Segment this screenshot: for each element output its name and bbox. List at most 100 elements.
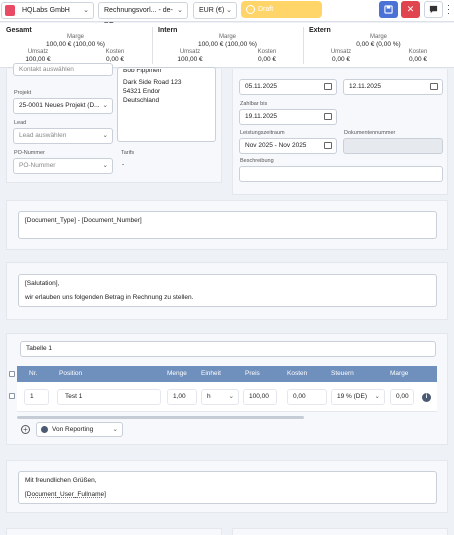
col-position: Position	[59, 370, 83, 377]
kosten-field[interactable]: 0,00	[287, 389, 327, 405]
col-kosten: Kosten	[287, 370, 308, 377]
status-arrow-icon: →	[246, 5, 255, 14]
top-toolbar: HQLabs GmbH ⌄ Rechnungsvorl... - de-DE ⌄…	[0, 0, 454, 29]
umsatz-label: Umsatz	[179, 49, 201, 55]
horizontal-scrollbar[interactable]	[17, 416, 304, 419]
contact-select[interactable]: Kontakt auswählen	[13, 63, 113, 76]
date-field[interactable]: 05.11.2025	[239, 79, 337, 95]
calendar-icon	[324, 83, 332, 90]
zahlbar-field[interactable]: 19.11.2025	[239, 109, 337, 125]
date-field[interactable]: 12.11.2025	[343, 79, 443, 95]
marge-value: 0,00	[396, 393, 409, 400]
footer-card-right	[232, 528, 448, 535]
nr-value: 1	[30, 393, 34, 400]
zahlbar-value: 19.11.2025	[245, 113, 278, 120]
address-box: Bob Fippinen Dark Side Road 123 54321 En…	[117, 67, 216, 142]
summary-title: Extern	[309, 27, 331, 34]
calendar-icon	[324, 113, 332, 120]
more-menu-icon[interactable]: · · ·	[447, 1, 450, 18]
status-draft-button[interactable]: → Draft	[241, 1, 322, 18]
steuern-value: 19 % (DE)	[337, 393, 367, 400]
intro-line: wir erlauben uns folgenden Betrag in Rec…	[25, 294, 194, 301]
comments-button[interactable]	[424, 1, 443, 18]
marge-value: 100,00 € (100,00 %)	[198, 41, 257, 48]
row-checkbox[interactable]	[9, 393, 15, 399]
table-name-field[interactable]: Tabelle 1	[20, 341, 436, 357]
kosten-value: 0,00	[293, 393, 306, 400]
currency-select[interactable]: EUR (€) ⌄	[193, 2, 237, 19]
projekt-select[interactable]: 25-0001 Neues Projekt (D... ⌄	[13, 98, 113, 114]
kosten-label: Kosten	[105, 49, 125, 55]
kosten-label: Kosten	[408, 49, 428, 55]
leistung-label: Leistungszeitraum	[240, 130, 285, 136]
po-select[interactable]: PO-Nummer ⌄	[13, 158, 113, 174]
kosten-value: 0,00 €	[408, 56, 428, 63]
kosten-value: 0,00 €	[105, 56, 125, 63]
col-preis: Preis	[245, 370, 260, 377]
intro-line: [Salutation],	[25, 280, 60, 287]
chevron-down-icon: ⌄	[102, 162, 108, 169]
umsatz-label: Umsatz	[27, 49, 49, 55]
date-value: 12.11.2025	[349, 83, 382, 90]
col-nr: Nr.	[29, 370, 38, 377]
save-button[interactable]	[379, 1, 398, 18]
chevron-down-icon: ⌄	[226, 7, 232, 14]
summary-intern: Intern Marge 100,00 € (100,00 %) Umsatz …	[152, 23, 303, 68]
customer-card: Kontakt auswählen Bob Fippinen Dark Side…	[6, 63, 222, 183]
lead-label: Lead	[14, 120, 27, 126]
position-value: Test 1	[65, 393, 83, 400]
address-line: Dark Side Road 123	[123, 79, 182, 86]
date-value: 05.11.2025	[245, 83, 278, 90]
einheit-select[interactable]: h ⌄	[201, 389, 239, 405]
steuern-select[interactable]: 19 % (DE) ⌄	[331, 389, 385, 405]
tarifs-label: Tarifs	[121, 150, 135, 156]
zahlbar-label: Zahlbar bis	[240, 101, 268, 107]
info-icon[interactable]: i	[422, 393, 431, 402]
marge-label: Marge	[369, 34, 387, 40]
umsatz-value: 100,00 €	[177, 56, 203, 63]
template-select[interactable]: Rechnungsvorl... - de-DE ⌄	[98, 2, 188, 29]
leistung-field[interactable]: Nov 2025 - Nov 2025	[239, 138, 337, 154]
closing-textarea[interactable]: Mit freundlichen Grüßen, [Document_User_…	[18, 471, 437, 504]
position-field[interactable]: Test 1	[57, 389, 161, 405]
marge-label: Marge	[218, 34, 236, 40]
menge-field[interactable]: 1,00	[167, 389, 197, 405]
beschreibung-field[interactable]	[239, 166, 443, 182]
footer-card-left	[6, 528, 222, 535]
cancel-button[interactable]: ✕	[401, 1, 420, 18]
chevron-down-icon: ⌄	[374, 393, 380, 400]
add-source-select[interactable]: Von Reporting ⌄	[36, 422, 123, 437]
preis-value: 100,00	[249, 393, 269, 400]
summary-extern: Extern Marge 0,00 € (0,00 %) Umsatz 0,00…	[303, 23, 454, 68]
intro-card: [Salutation], wir erlauben uns folgenden…	[6, 262, 448, 320]
company-logo-icon	[5, 5, 15, 16]
title-textarea[interactable]: [Document_Type] - [Document_Number]	[18, 211, 437, 239]
umsatz-label: Umsatz	[330, 49, 352, 55]
date-range-icon	[324, 142, 332, 149]
table-header: Nr. Position Menge Einheit Preis Kosten …	[17, 366, 437, 382]
select-all-checkbox[interactable]	[9, 371, 15, 377]
chevron-down-icon: ⌄	[102, 132, 108, 139]
lead-select[interactable]: Lead auswählen ⌄	[13, 128, 113, 144]
company-select-value: HQLabs GmbH	[22, 7, 70, 14]
po-placeholder: PO-Nummer	[19, 162, 56, 169]
currency-select-value: EUR (€)	[199, 7, 225, 14]
einheit-value: h	[207, 393, 211, 400]
preis-field[interactable]: 100,00	[243, 389, 277, 405]
umsatz-value: 100,00 €	[25, 56, 51, 63]
address-line: Deutschland	[123, 97, 160, 104]
nr-field[interactable]: 1	[24, 389, 49, 405]
company-select[interactable]: HQLabs GmbH ⌄	[1, 2, 94, 19]
marge-value: 100,00 € (100,00 %)	[46, 41, 105, 48]
intro-textarea[interactable]: [Salutation], wir erlauben uns folgenden…	[18, 274, 437, 307]
chevron-down-icon: ⌄	[112, 426, 118, 433]
contact-placeholder: Kontakt auswählen	[19, 66, 74, 73]
col-steuern: Steuern	[331, 370, 354, 377]
add-row-icon[interactable]: +	[21, 425, 30, 434]
docnum-label: Dokumentennummer	[344, 130, 396, 136]
table-name-value: Tabelle 1	[26, 345, 53, 352]
marge-field[interactable]: 0,00	[390, 389, 414, 405]
closing-card: Mit freundlichen Grüßen, [Document_User_…	[6, 460, 448, 513]
address-line: 54321 Endor	[123, 88, 161, 95]
summary-title: Intern	[158, 27, 178, 34]
